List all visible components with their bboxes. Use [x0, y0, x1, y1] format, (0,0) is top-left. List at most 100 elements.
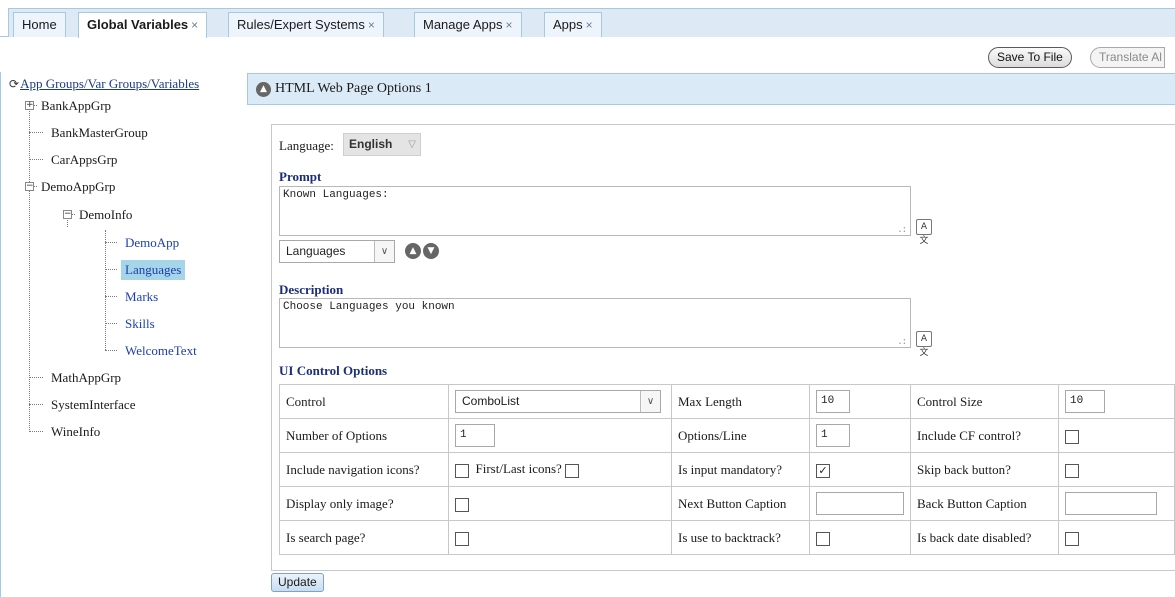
- tree-line: [105, 230, 106, 350]
- tab-manage-apps[interactable]: Manage Apps ×: [414, 12, 522, 37]
- tree-line: [105, 269, 117, 270]
- refresh-icon[interactable]: ⟳: [9, 77, 19, 92]
- collapse-icon[interactable]: −: [63, 210, 72, 219]
- mandatory-cell: ✓: [809, 452, 911, 487]
- options-line-input[interactable]: 1: [816, 424, 850, 447]
- tab-home[interactable]: Home: [13, 12, 66, 37]
- display-image-cell: [448, 486, 672, 521]
- include-cf-label: Include CF control?: [910, 418, 1059, 453]
- back-caption-label: Back Button Caption: [910, 486, 1059, 521]
- save-to-file-button[interactable]: Save To File: [988, 47, 1072, 68]
- max-length-label: Max Length: [671, 384, 810, 419]
- include-nav-label: Include navigation icons?: [279, 452, 449, 487]
- close-icon[interactable]: ×: [191, 18, 198, 32]
- prompt-label: Prompt: [279, 169, 322, 184]
- update-button[interactable]: Update: [271, 573, 324, 592]
- move-down-icon[interactable]: ▼: [423, 243, 439, 259]
- prompt-select-value: Languages: [286, 244, 346, 258]
- prompt-textarea[interactable]: Known Languages:.:: [279, 186, 911, 236]
- tree-item-bankmastergroup[interactable]: BankMasterGroup: [47, 123, 152, 143]
- tree-item-carappsgrp[interactable]: CarAppsGrp: [47, 150, 121, 170]
- options-line-cell: 1: [809, 418, 911, 453]
- table-row: Display only image? Next Button Caption …: [279, 486, 1175, 521]
- tree-item-demoappgrp[interactable]: DemoAppGrp: [37, 177, 119, 197]
- panel-header: ▲ HTML Web Page Options 1: [247, 73, 1175, 105]
- mandatory-checkbox[interactable]: ✓: [816, 463, 830, 478]
- first-last-checkbox[interactable]: [565, 463, 580, 478]
- tree-line: [29, 404, 43, 405]
- tab-apps[interactable]: Apps ×: [544, 12, 602, 37]
- table-row: Number of Options 1 Options/Line 1 Inclu…: [279, 418, 1175, 453]
- control-select[interactable]: ComboList ∨: [455, 390, 661, 413]
- num-options-label: Number of Options: [279, 418, 449, 453]
- control-size-label: Control Size: [910, 384, 1059, 419]
- tree-line: [105, 242, 117, 243]
- backtrack-checkbox[interactable]: [816, 531, 830, 546]
- description-textarea[interactable]: Choose Languages you known.:: [279, 298, 911, 348]
- ui-options-grid: Control ComboList ∨ Max Length 10 Control…: [279, 384, 1175, 555]
- control-label: Control: [279, 384, 449, 419]
- chevron-down-icon: ▽: [408, 139, 416, 150]
- close-icon[interactable]: ×: [586, 18, 593, 32]
- include-cf-checkbox[interactable]: [1065, 429, 1079, 444]
- next-caption-input[interactable]: [816, 492, 904, 515]
- num-options-cell: 1: [448, 418, 672, 453]
- tree-root-label: App Groups/Var Groups/Variables: [20, 76, 200, 91]
- display-image-checkbox[interactable]: [455, 497, 469, 512]
- tree-item-welcometext[interactable]: WelcomeText: [121, 341, 201, 361]
- control-size-input[interactable]: 10: [1065, 390, 1105, 413]
- resize-grip-icon[interactable]: .:: [897, 225, 907, 235]
- translate-all-button[interactable]: Translate Al: [1090, 47, 1165, 68]
- max-length-cell: 10: [809, 384, 911, 419]
- chevron-down-icon: ∨: [374, 241, 394, 262]
- tab-label: Rules/Expert Systems: [237, 17, 365, 32]
- variable-tree: ⟳App Groups/Var Groups/Variables + BankA…: [0, 72, 240, 597]
- language-label: Language:: [279, 138, 334, 153]
- tab-bar: Home Global Variables × Rules/Expert Syst…: [0, 0, 1175, 38]
- language-select: English ▽: [343, 133, 421, 156]
- backtrack-cell: [809, 520, 911, 555]
- max-length-input[interactable]: 10: [816, 390, 850, 413]
- prompt-variable-select[interactable]: Languages ∨: [279, 240, 395, 263]
- tab-global-variables[interactable]: Global Variables ×: [78, 12, 208, 38]
- tree-item-demoapp[interactable]: DemoApp: [121, 233, 183, 253]
- search-page-cell: [448, 520, 672, 555]
- tree-line: [105, 350, 117, 351]
- tree-item-demoinfo[interactable]: DemoInfo: [75, 205, 136, 225]
- resize-grip-icon[interactable]: .:: [897, 337, 907, 347]
- ui-control-options-label: UI Control Options: [279, 363, 388, 378]
- chevron-up-icon[interactable]: ▲: [256, 82, 271, 97]
- back-date-label: Is back date disabled?: [910, 520, 1059, 555]
- back-caption-input[interactable]: [1065, 492, 1157, 515]
- tree-item-marks[interactable]: Marks: [121, 287, 162, 307]
- tree-root-link[interactable]: ⟳App Groups/Var Groups/Variables: [9, 76, 199, 92]
- tab-rules-expert-systems[interactable]: Rules/Expert Systems ×: [228, 12, 384, 37]
- skip-back-checkbox[interactable]: [1065, 463, 1079, 478]
- description-label: Description: [279, 282, 344, 297]
- language-value: English: [349, 137, 393, 151]
- close-icon[interactable]: ×: [368, 18, 375, 32]
- tree-item-bankappgrp[interactable]: BankAppGrp: [37, 96, 115, 116]
- tree-item-mathappgrp[interactable]: MathAppGrp: [47, 368, 125, 388]
- collapse-icon[interactable]: −: [25, 182, 34, 191]
- back-date-checkbox[interactable]: [1065, 531, 1079, 546]
- search-page-checkbox[interactable]: [455, 531, 469, 546]
- expand-icon[interactable]: +: [25, 101, 34, 110]
- move-up-icon[interactable]: ▲: [405, 243, 421, 259]
- translate-icon[interactable]: A文: [916, 331, 932, 358]
- close-icon[interactable]: ×: [506, 18, 513, 32]
- control-size-cell: 10: [1058, 384, 1175, 419]
- back-caption-cell: [1058, 486, 1175, 521]
- include-nav-checkbox[interactable]: [455, 463, 469, 478]
- table-row: Include navigation icons? First/Last ico…: [279, 452, 1175, 487]
- tree-item-skills[interactable]: Skills: [121, 314, 159, 334]
- tree-line: [29, 132, 43, 133]
- options-line-label: Options/Line: [671, 418, 810, 453]
- tree-item-languages[interactable]: Languages: [121, 260, 186, 280]
- include-nav-cell: First/Last icons?: [448, 452, 672, 487]
- num-options-input[interactable]: 1: [455, 424, 495, 447]
- tree-item-systeminterface[interactable]: SystemInterface: [47, 395, 139, 415]
- tree-item-wineinfo[interactable]: WineInfo: [47, 422, 104, 442]
- translate-icon[interactable]: A文: [916, 219, 932, 246]
- tree-line: [105, 296, 117, 297]
